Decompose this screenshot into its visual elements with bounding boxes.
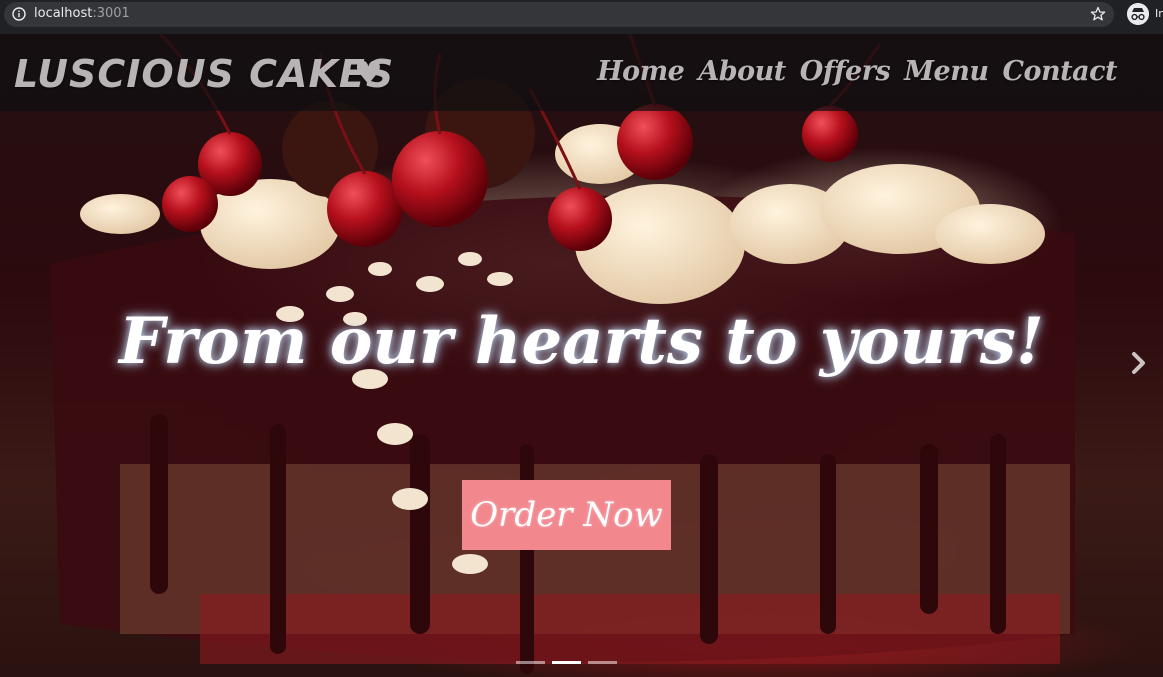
info-icon[interactable] xyxy=(12,7,26,21)
carousel-indicator-1[interactable] xyxy=(516,661,545,664)
star-icon[interactable] xyxy=(1090,6,1106,22)
hero-headline: From our hearts to yours! xyxy=(118,304,1045,379)
nav-link-home[interactable]: Home xyxy=(597,56,685,87)
url-host: localhost xyxy=(34,6,93,21)
address-bar[interactable]: localhost:3001 xyxy=(4,2,1114,27)
incognito-icon[interactable] xyxy=(1127,3,1149,25)
nav-link-contact[interactable]: Contact xyxy=(1002,56,1117,87)
nav-link-about[interactable]: About xyxy=(698,56,786,87)
nav-link-menu[interactable]: Menu xyxy=(904,56,989,87)
nav-link-offers[interactable]: Offers xyxy=(800,56,891,87)
browser-toolbar: localhost:3001 In xyxy=(0,0,1163,30)
brand-logo[interactable]: LUSCIOUS CAKES xyxy=(14,52,394,96)
carousel-indicators xyxy=(516,661,617,664)
order-now-button[interactable]: Order Now xyxy=(462,480,671,550)
address-url[interactable]: localhost:3001 xyxy=(34,6,130,21)
nav-links: Home About Offers Menu Contact xyxy=(597,56,1117,87)
heart-icon: ♥ xyxy=(354,54,383,92)
hero-carousel: LUSCIOUS CAKES ♥ Home About Offers Menu … xyxy=(0,34,1163,677)
url-port: :3001 xyxy=(92,6,130,21)
chevron-right-icon[interactable] xyxy=(1128,350,1150,376)
carousel-indicator-3[interactable] xyxy=(588,661,617,664)
profile-label: In xyxy=(1155,7,1163,20)
carousel-indicator-2[interactable] xyxy=(552,661,581,664)
site-navbar: LUSCIOUS CAKES ♥ Home About Offers Menu … xyxy=(0,34,1163,111)
